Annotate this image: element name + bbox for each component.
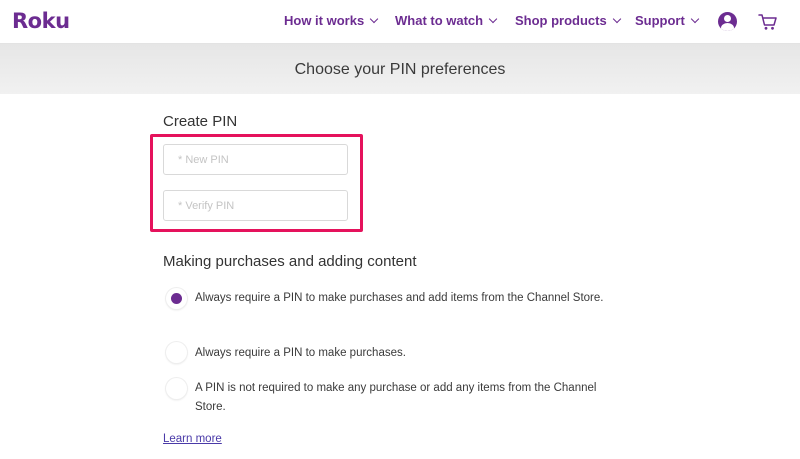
- nav-what-to-watch-label: What to watch: [395, 13, 484, 28]
- chevron-down-icon: [488, 14, 498, 24]
- purchases-section-title: Making purchases and adding content: [163, 253, 417, 270]
- nav-shop-products-label: Shop products: [515, 13, 607, 28]
- nav-shop-products[interactable]: Shop products: [515, 13, 621, 28]
- radio-always-require-pin-purchases[interactable]: [166, 342, 187, 363]
- nav-how-it-works[interactable]: How it works: [284, 13, 379, 28]
- nav-how-it-works-label: How it works: [284, 13, 365, 28]
- create-pin-title: Create PIN: [163, 113, 238, 130]
- cart-icon[interactable]: [758, 13, 778, 31]
- page-banner: Choose your PIN preferences: [0, 44, 800, 94]
- account-icon-body: [721, 23, 734, 31]
- nav-support[interactable]: Support: [635, 13, 700, 28]
- radio-pin-not-required[interactable]: [166, 378, 187, 399]
- new-pin-input[interactable]: [163, 144, 348, 175]
- radio-label-pin-not-required[interactable]: A PIN is not required to make any purcha…: [195, 379, 615, 417]
- nav-support-label: Support: [635, 13, 685, 28]
- top-navigation: Roku How it works What to watch Shop pro…: [0, 0, 800, 44]
- radio-label-always-require-pin-purchases[interactable]: Always require a PIN to make purchases.: [195, 344, 615, 363]
- account-icon[interactable]: [718, 12, 737, 31]
- chevron-down-icon: [612, 14, 621, 24]
- radio-always-require-pin-purchases-and-items[interactable]: [166, 288, 187, 309]
- roku-logo[interactable]: Roku: [12, 9, 70, 33]
- chevron-down-icon: [369, 14, 379, 24]
- radio-label-always-require-pin-purchases-and-items[interactable]: Always require a PIN to make purchases a…: [195, 289, 615, 308]
- account-icon-head: [724, 15, 731, 22]
- nav-what-to-watch[interactable]: What to watch: [395, 13, 498, 28]
- verify-pin-input[interactable]: [163, 190, 348, 221]
- learn-more-link[interactable]: Learn more: [163, 433, 222, 445]
- page-title: Choose your PIN preferences: [294, 61, 506, 78]
- chevron-down-icon: [690, 14, 700, 24]
